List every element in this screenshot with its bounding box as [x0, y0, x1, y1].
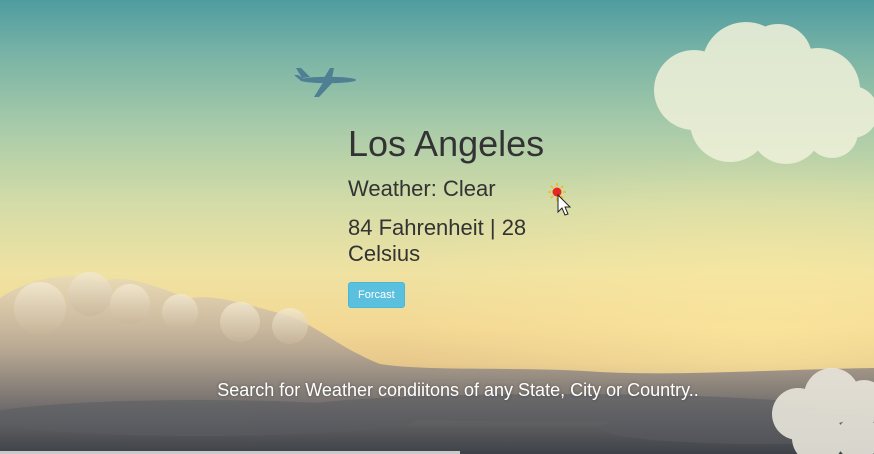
airplane-icon — [294, 62, 360, 100]
temperature-reading: 84 Fahrenheit | 28 Celsius — [348, 215, 527, 266]
cloud-bottom-right — [768, 362, 874, 454]
forecast-button[interactable]: Forcast — [348, 282, 405, 308]
weather-panel: Los Angeles Weather: Clear 84 Fahrenheit… — [348, 122, 548, 308]
cloud-top-right — [646, 18, 874, 168]
weather-condition: Weather: Clear — [348, 176, 496, 201]
sun-cursor-icon — [548, 183, 574, 217]
search-hint-text: Search for Weather condiitons of any Sta… — [217, 380, 699, 400]
city-name: Los Angeles — [348, 123, 545, 164]
